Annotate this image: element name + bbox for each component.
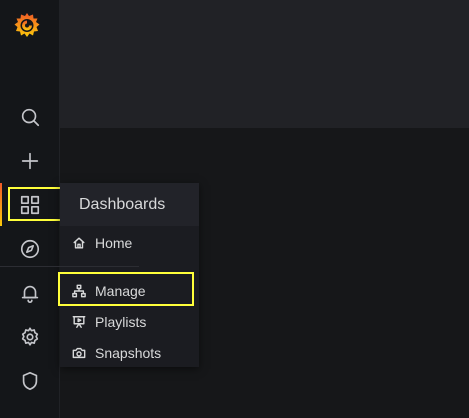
menu-item-label: Home [95, 235, 133, 251]
search-icon[interactable] [15, 102, 45, 132]
highlight-box-manage [58, 272, 194, 306]
presentation-icon [72, 315, 86, 329]
camera-icon [72, 346, 86, 360]
gear-icon[interactable] [15, 322, 45, 352]
menu-item-label: Playlists [95, 314, 147, 330]
dashboards-menu-header[interactable]: Dashboards [60, 183, 199, 226]
grafana-logo-icon[interactable] [11, 10, 43, 42]
bell-icon[interactable] [15, 278, 45, 308]
highlight-box-dashboards [8, 187, 64, 221]
compass-icon[interactable] [15, 234, 45, 264]
menu-item-home[interactable]: Home [60, 229, 199, 257]
content-header-area [60, 0, 469, 128]
menu-item-label: Snapshots [95, 345, 162, 361]
active-indicator [0, 183, 2, 226]
menu-divider [0, 266, 139, 267]
dashboards-menu-title: Dashboards [79, 195, 166, 213]
home-icon [72, 236, 86, 250]
menu-item-playlists[interactable]: Playlists [60, 308, 199, 336]
plus-icon[interactable] [15, 146, 45, 176]
shield-icon[interactable] [15, 366, 45, 396]
menu-item-snapshots[interactable]: Snapshots [60, 339, 199, 367]
